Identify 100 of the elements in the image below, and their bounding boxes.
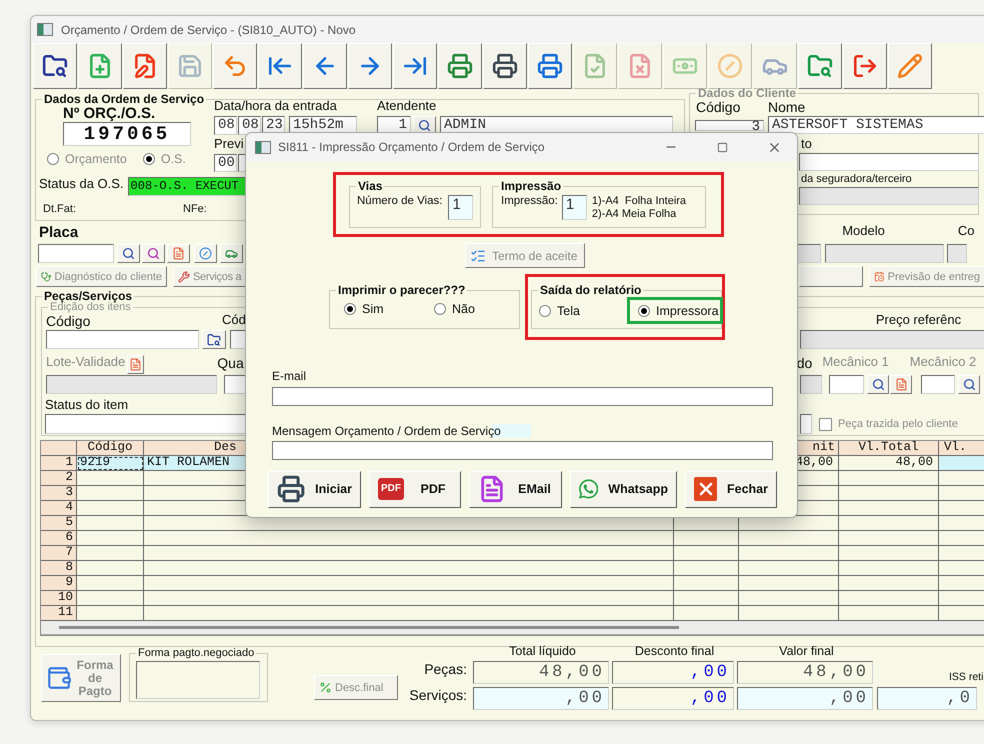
row-number: 4 xyxy=(41,501,77,516)
email-field[interactable] xyxy=(272,386,773,406)
group-title: Imprimir o parecer??? xyxy=(337,284,466,296)
total-field[interactable]: ,0 xyxy=(877,687,977,710)
radio-option[interactable]: Sim xyxy=(344,302,434,316)
status-label: Status da O.S. xyxy=(39,176,124,192)
toolbar-button[interactable] xyxy=(483,43,527,89)
calendar-icon xyxy=(874,270,885,283)
client-name-field[interactable]: ASTERSOFT SISTEMAS xyxy=(768,116,984,134)
message-field[interactable] xyxy=(272,440,773,460)
date-field[interactable]: 08 xyxy=(214,116,237,135)
field-label: da seguradora/terceiro xyxy=(801,173,913,186)
total-field[interactable]: ,00 xyxy=(612,687,734,710)
order-number-field[interactable]: 197065 xyxy=(63,122,191,146)
folder-search-icon xyxy=(207,332,221,347)
folder-search-icon xyxy=(42,53,68,79)
section-title: Edição dos itens xyxy=(50,302,131,313)
table-cell xyxy=(77,576,144,591)
toolbar-button[interactable] xyxy=(258,43,302,89)
toolbar-button[interactable] xyxy=(438,43,482,89)
quantity-field[interactable] xyxy=(224,375,247,394)
email-button[interactable]: EMail xyxy=(469,470,562,508)
group-title: Saída do relatório xyxy=(539,284,642,296)
model-field[interactable] xyxy=(825,244,944,263)
pdf-button[interactable]: PDF PDF xyxy=(369,470,461,508)
text-field[interactable] xyxy=(800,414,812,434)
lookup-button[interactable] xyxy=(958,375,980,394)
row-number: 6 xyxy=(41,531,77,546)
wallet-icon xyxy=(46,665,72,691)
section-title: Peças/Serviços xyxy=(43,290,134,302)
price-field[interactable] xyxy=(800,330,984,350)
search-icon xyxy=(147,247,160,260)
text-field[interactable] xyxy=(799,186,979,205)
radio-option[interactable]: Tela xyxy=(539,304,580,318)
toolbar-button[interactable] xyxy=(303,43,347,89)
document-button[interactable] xyxy=(167,244,190,263)
wrench-icon xyxy=(178,270,190,282)
toolbar-button[interactable] xyxy=(123,43,167,89)
search-icon xyxy=(962,378,976,392)
table-cell xyxy=(674,591,739,606)
item-status-field[interactable] xyxy=(45,414,248,434)
search-icon xyxy=(418,118,431,132)
document-button[interactable] xyxy=(127,355,144,374)
total-field[interactable]: 48,00 xyxy=(737,661,873,684)
total-field[interactable]: ,00 xyxy=(612,661,734,684)
client-code-field[interactable]: 3 xyxy=(695,120,764,131)
nfe-label: NFe: xyxy=(183,202,207,216)
toolbar-button[interactable] xyxy=(213,43,257,89)
print-button[interactable]: Iniciar xyxy=(268,470,361,508)
radio-option[interactable]: Impressora xyxy=(638,304,719,318)
date-field[interactable]: 00 xyxy=(214,154,237,172)
toolbar-button[interactable] xyxy=(33,43,77,89)
total-field[interactable]: ,00 xyxy=(737,687,873,710)
plate-field[interactable] xyxy=(38,244,114,263)
toolbar-button[interactable] xyxy=(393,43,437,89)
code-field[interactable] xyxy=(46,330,199,350)
document-button[interactable] xyxy=(890,375,912,394)
document-icon xyxy=(894,378,908,392)
horizontal-scrollbar[interactable] xyxy=(41,621,984,635)
item-status-label: Status do item xyxy=(45,398,128,414)
toolbar-button[interactable] xyxy=(799,266,863,287)
car-search-button[interactable] xyxy=(220,244,243,263)
whatsapp-button[interactable]: Whatsapp xyxy=(570,470,677,508)
close-button[interactable]: Fechar xyxy=(685,470,777,508)
toolbar-button[interactable] xyxy=(798,43,842,89)
lookup-button[interactable] xyxy=(202,330,226,350)
toolbar-button[interactable] xyxy=(843,43,887,89)
lot-field[interactable] xyxy=(46,375,217,394)
lookup-button[interactable] xyxy=(117,244,140,263)
search-icon xyxy=(872,378,884,392)
lookup-button[interactable] xyxy=(867,375,889,394)
text-field[interactable] xyxy=(800,375,822,394)
toolbar-button[interactable] xyxy=(78,43,122,89)
date-field[interactable]: 08 xyxy=(238,116,261,135)
row-number: 5 xyxy=(41,516,77,531)
total-field[interactable]: ,00 xyxy=(473,687,609,710)
radio-option[interactable]: Não xyxy=(434,302,524,316)
toolbar-button[interactable] xyxy=(348,43,392,89)
text-field[interactable] xyxy=(799,153,979,172)
printer-icon xyxy=(492,53,518,79)
table-cell xyxy=(77,531,144,546)
window-title: Orçamento / Ordem de Serviço - (SI810_AUTO) - Novo xyxy=(61,22,356,36)
table-cell xyxy=(674,606,739,621)
field-label: to xyxy=(801,137,813,152)
add-button[interactable] xyxy=(194,244,217,263)
copies-field[interactable]: 1 xyxy=(448,195,474,220)
table-cell xyxy=(77,561,144,576)
toolbar-button[interactable] xyxy=(528,43,572,89)
total-field[interactable]: 48,00 xyxy=(473,661,609,684)
print-field[interactable]: 1 xyxy=(562,195,587,220)
close-icon xyxy=(694,477,717,502)
text-field[interactable] xyxy=(947,244,967,263)
toolbar-button[interactable] xyxy=(888,43,932,89)
column-header: Total líquido xyxy=(508,644,577,658)
table-cell xyxy=(77,606,144,621)
mechanic-field[interactable] xyxy=(921,375,955,394)
print-label: Impressão: xyxy=(501,195,558,208)
mechanic-field[interactable] xyxy=(829,375,864,394)
negotiated-field[interactable] xyxy=(136,661,260,699)
lookup-button[interactable] xyxy=(142,244,165,263)
